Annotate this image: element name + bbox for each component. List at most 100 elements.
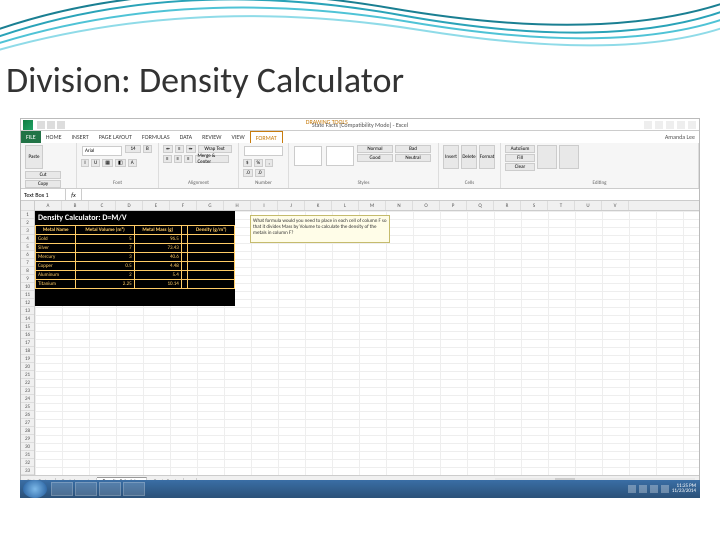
taskbar-item-chrome[interactable] xyxy=(99,482,121,496)
table-cell[interactable]: 73.43 xyxy=(134,244,181,253)
table-cell[interactable] xyxy=(181,253,188,262)
table-cell[interactable]: 3 xyxy=(76,253,134,262)
col-header[interactable]: T xyxy=(548,201,575,210)
table-cell[interactable] xyxy=(188,235,235,244)
row-header[interactable]: 9 xyxy=(21,275,34,283)
row-header[interactable]: 12 xyxy=(21,299,34,307)
row-header[interactable]: 11 xyxy=(21,291,34,299)
help-icon[interactable] xyxy=(644,121,652,129)
style-normal[interactable]: Normal xyxy=(357,145,393,153)
minimize-icon[interactable] xyxy=(666,121,674,129)
font-color-button[interactable]: A xyxy=(128,159,137,167)
col-header[interactable]: N xyxy=(386,201,413,210)
row-header[interactable]: 4 xyxy=(21,235,34,243)
table-cell[interactable] xyxy=(188,253,235,262)
tray-icon[interactable] xyxy=(628,485,636,493)
delete-cells-button[interactable]: Delete xyxy=(461,145,477,169)
row-header[interactable]: 3 xyxy=(21,227,34,235)
style-good[interactable]: Good xyxy=(357,154,393,162)
tab-insert[interactable]: INSERT xyxy=(67,131,94,143)
table-cell[interactable]: 10.14 xyxy=(134,280,181,289)
row-header[interactable]: 19 xyxy=(21,355,34,363)
row-header[interactable]: 6 xyxy=(21,251,34,259)
table-cell[interactable]: 4.48 xyxy=(134,262,181,271)
row-header[interactable]: 1 xyxy=(21,211,34,219)
col-header[interactable]: V xyxy=(602,201,629,210)
align-middle-button[interactable]: ≡ xyxy=(175,145,184,153)
merge-center-button[interactable]: Merge & Center xyxy=(195,155,229,163)
italic-button[interactable]: I xyxy=(81,159,89,167)
table-cell[interactable]: 40.6 xyxy=(134,253,181,262)
row-header[interactable]: 29 xyxy=(21,435,34,443)
autosum-button[interactable]: AutoSum xyxy=(505,145,535,153)
tab-file[interactable]: FILE xyxy=(21,131,41,143)
col-header[interactable]: R xyxy=(494,201,521,210)
table-cell[interactable] xyxy=(188,280,235,289)
align-left-button[interactable]: ≡ xyxy=(163,155,172,163)
table-cell[interactable]: 0.5 xyxy=(76,262,134,271)
column-headers[interactable]: ABCDEFGHIJKLMNOPQRSTUV xyxy=(35,201,699,211)
col-header[interactable]: J xyxy=(278,201,305,210)
tab-page-layout[interactable]: PAGE LAYOUT xyxy=(94,131,137,143)
table-cell[interactable]: Titanium xyxy=(36,280,76,289)
table-cell[interactable]: Silver xyxy=(36,244,76,253)
quick-access-toolbar[interactable] xyxy=(37,121,65,129)
col-header[interactable]: A xyxy=(35,201,62,210)
table-cell[interactable] xyxy=(188,262,235,271)
maximize-icon[interactable] xyxy=(677,121,685,129)
tab-formulas[interactable]: FORMULAS xyxy=(137,131,175,143)
table-cell[interactable]: Gold xyxy=(36,235,76,244)
align-top-button[interactable]: ⬴ xyxy=(163,145,173,153)
close-icon[interactable] xyxy=(688,121,696,129)
taskbar-item-excel[interactable] xyxy=(123,482,145,496)
underline-button[interactable]: U xyxy=(91,159,100,167)
align-right-button[interactable]: ≡ xyxy=(184,155,193,163)
row-header[interactable]: 27 xyxy=(21,419,34,427)
style-neutral[interactable]: Neutral xyxy=(395,154,431,162)
row-header[interactable]: 31 xyxy=(21,451,34,459)
fill-color-button[interactable]: ◧ xyxy=(115,159,126,167)
format-cells-button[interactable]: Format xyxy=(479,145,495,169)
row-header[interactable]: 8 xyxy=(21,267,34,275)
font-size-select[interactable]: 14 xyxy=(125,145,141,153)
table-cell[interactable]: 7 xyxy=(76,244,134,253)
row-header[interactable]: 26 xyxy=(21,411,34,419)
col-header[interactable]: P xyxy=(440,201,467,210)
instruction-comment[interactable]: What formula would you need to place in … xyxy=(250,215,390,243)
style-bad[interactable]: Bad xyxy=(395,145,431,153)
copy-button[interactable]: Copy xyxy=(25,180,61,188)
table-cell[interactable]: 5 xyxy=(76,235,134,244)
col-header[interactable]: D xyxy=(116,201,143,210)
border-button[interactable]: ▦ xyxy=(102,159,113,167)
table-cell[interactable] xyxy=(181,244,188,253)
tray-volume-icon[interactable] xyxy=(650,485,658,493)
row-header[interactable]: 18 xyxy=(21,347,34,355)
row-header[interactable]: 15 xyxy=(21,323,34,331)
format-as-table-button[interactable] xyxy=(326,146,354,166)
row-header[interactable]: 25 xyxy=(21,403,34,411)
tab-format[interactable]: FORMAT xyxy=(250,131,283,143)
row-header[interactable]: 7 xyxy=(21,259,34,267)
row-header[interactable]: 14 xyxy=(21,315,34,323)
row-header[interactable]: 10 xyxy=(21,283,34,291)
fx-icon[interactable]: fx xyxy=(66,189,82,200)
table-cell[interactable] xyxy=(181,262,188,271)
start-button[interactable] xyxy=(23,480,47,498)
taskbar-item-explorer[interactable] xyxy=(51,482,73,496)
table-cell[interactable]: Mercury xyxy=(36,253,76,262)
col-header[interactable]: G xyxy=(197,201,224,210)
taskbar-clock[interactable]: 11:25 PM 11/23/2014 xyxy=(672,484,696,494)
number-format-select[interactable] xyxy=(244,146,283,156)
row-header[interactable]: 5 xyxy=(21,243,34,251)
tray-action-icon[interactable] xyxy=(661,485,669,493)
col-header[interactable]: O xyxy=(413,201,440,210)
row-header[interactable]: 33 xyxy=(21,467,34,475)
paste-button[interactable]: Paste xyxy=(25,145,43,169)
name-box[interactable]: Text Box 1 xyxy=(21,189,66,200)
find-select-button[interactable] xyxy=(559,145,579,169)
conditional-formatting-button[interactable] xyxy=(294,146,322,166)
sort-filter-button[interactable] xyxy=(537,145,557,169)
tab-home[interactable]: HOME xyxy=(41,131,67,143)
row-header[interactable]: 16 xyxy=(21,331,34,339)
font-name-select[interactable]: Arial xyxy=(82,146,122,156)
